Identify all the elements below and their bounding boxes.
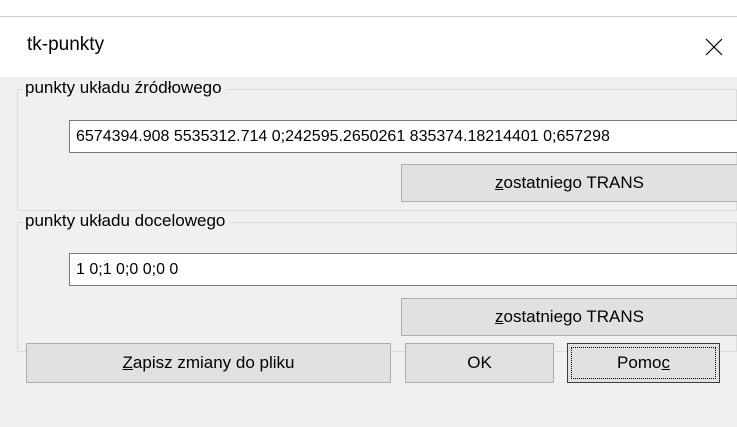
source-points-label: punkty układu źródłowego — [23, 78, 226, 98]
close-button[interactable] — [691, 17, 737, 77]
close-icon — [705, 38, 723, 56]
target-button-label: ostatniego TRANS — [503, 307, 644, 326]
target-points-input[interactable]: 1 0;1 0;0 0;0 0 — [69, 253, 737, 286]
source-from-last-trans-button[interactable]: z ostatniego TRANS — [401, 164, 737, 202]
target-points-label: punkty układu docelowego — [23, 211, 230, 231]
target-from-last-trans-button[interactable]: z ostatniego TRANS — [401, 298, 737, 336]
target-button-accel: z — [495, 307, 504, 326]
title-bar: tk-punkty — [0, 17, 737, 77]
source-points-group: punkty układu źródłowego 6574394.908 553… — [17, 78, 737, 211]
source-points-input[interactable]: 6574394.908 5535312.714 0;242595.2650261… — [69, 120, 737, 153]
tk-punkty-dialog: tk-punkty punkty układu źródłowego 65743… — [0, 16, 737, 427]
save-button-accel: Z — [122, 353, 133, 372]
ok-button-label: OK — [467, 353, 492, 372]
target-points-group: punkty układu docelowego 1 0;1 0;0 0;0 0… — [17, 211, 737, 352]
window-title: tk-punkty — [27, 34, 105, 55]
save-button-label: apisz zmiany do pliku — [132, 353, 295, 372]
source-button-accel: z — [495, 173, 504, 192]
source-button-label: ostatniego TRANS — [503, 173, 644, 192]
focus-ring — [571, 347, 716, 379]
save-to-file-button[interactable]: Zapisz zmiany do pliku — [26, 343, 391, 383]
help-button[interactable]: Pomo c — [567, 343, 720, 383]
ok-button[interactable]: OK — [405, 343, 554, 383]
